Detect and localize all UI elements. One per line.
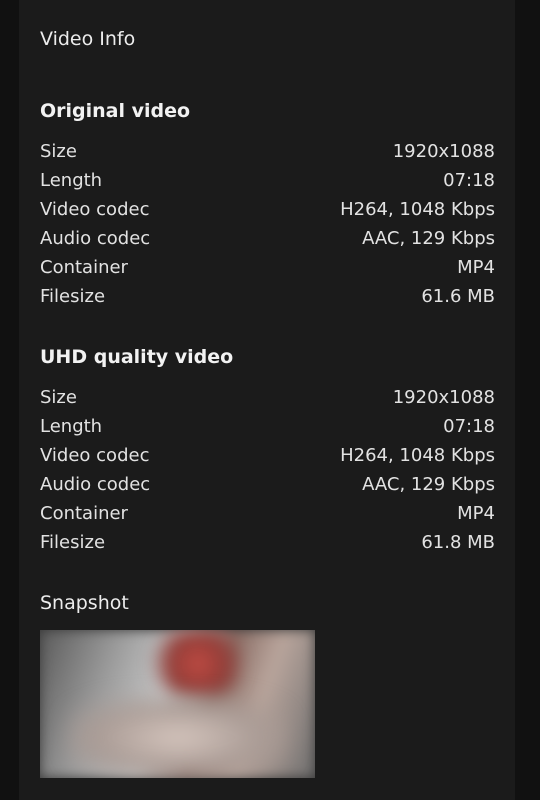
- row-label: Audio codec: [40, 474, 151, 495]
- snapshot-thumbnail[interactable]: [40, 630, 315, 778]
- row-label: Size: [40, 141, 77, 162]
- row-value: AAC, 129 Kbps: [362, 228, 495, 249]
- row-label: Audio codec: [40, 228, 151, 249]
- row-value: 1920x1088: [392, 141, 495, 162]
- row-value: 07:18: [443, 170, 495, 191]
- original-video-heading: Original video: [40, 100, 191, 122]
- snapshot-image-layer: [67, 696, 288, 778]
- uhd-length-row: Length 07:18: [40, 412, 495, 441]
- uhd-container-row: Container MP4: [40, 499, 495, 528]
- row-value: H264, 1048 Kbps: [340, 445, 495, 466]
- row-label: Filesize: [40, 532, 106, 553]
- original-length-row: Length 07:18: [40, 166, 495, 195]
- original-audio-codec-row: Audio codec AAC, 129 Kbps: [40, 224, 495, 253]
- row-value: MP4: [457, 503, 495, 524]
- panel-title: Video Info: [40, 28, 136, 50]
- original-container-row: Container MP4: [40, 253, 495, 282]
- original-filesize-row: Filesize 61.6 MB: [40, 282, 495, 311]
- snapshot-image-layer: [150, 630, 247, 697]
- row-value: H264, 1048 Kbps: [340, 199, 495, 220]
- row-label: Length: [40, 170, 103, 191]
- row-value: 07:18: [443, 416, 495, 437]
- uhd-video-details: Size 1920x1088 Length 07:18 Video codec …: [40, 383, 495, 557]
- row-value: 61.6 MB: [421, 286, 495, 307]
- original-video-codec-row: Video codec H264, 1048 Kbps: [40, 195, 495, 224]
- row-label: Size: [40, 387, 77, 408]
- uhd-audio-codec-row: Audio codec AAC, 129 Kbps: [40, 470, 495, 499]
- original-video-details: Size 1920x1088 Length 07:18 Video codec …: [40, 137, 495, 311]
- video-info-panel: Video Info Original video Size 1920x1088…: [19, 0, 515, 800]
- row-value: AAC, 129 Kbps: [362, 474, 495, 495]
- uhd-video-codec-row: Video codec H264, 1048 Kbps: [40, 441, 495, 470]
- uhd-filesize-row: Filesize 61.8 MB: [40, 528, 495, 557]
- row-label: Filesize: [40, 286, 106, 307]
- row-label: Container: [40, 257, 128, 278]
- uhd-video-heading: UHD quality video: [40, 346, 234, 368]
- row-label: Length: [40, 416, 103, 437]
- row-label: Container: [40, 503, 128, 524]
- row-value: MP4: [457, 257, 495, 278]
- row-value: 61.8 MB: [421, 532, 495, 553]
- original-size-row: Size 1920x1088: [40, 137, 495, 166]
- row-label: Video codec: [40, 199, 150, 220]
- uhd-size-row: Size 1920x1088: [40, 383, 495, 412]
- snapshot-label: Snapshot: [40, 592, 129, 614]
- row-value: 1920x1088: [392, 387, 495, 408]
- row-label: Video codec: [40, 445, 150, 466]
